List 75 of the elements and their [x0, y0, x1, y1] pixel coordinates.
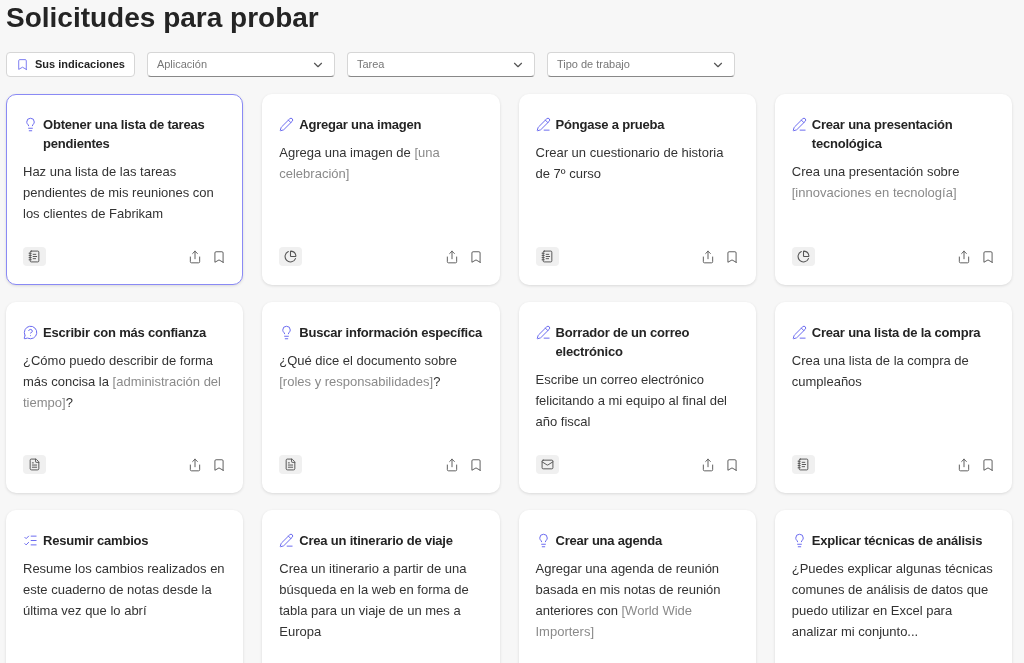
card-title: Buscar información específica: [299, 324, 483, 342]
card-title: Crear una lista de la compra: [811, 324, 981, 342]
prompt-card[interactable]: Crear una agenda Agregar una agenda de reunión basada en mis notas de reunión anteriores con [World Wide Importers]: [518, 510, 756, 663]
bookmark-icon[interactable]: [981, 457, 995, 472]
card-title: Crear una presentación tecnológica: [811, 116, 954, 153]
card-title: Crear una agenda: [555, 532, 663, 550]
card-title: Resumir cambios: [43, 532, 149, 550]
prompt-card[interactable]: Explicar técnicas de análisis ¿Puedes explicar algunas técnicas comunes de análisis de datos que puedo utilizar en Excel para analizar mi conjunto...: [774, 510, 1012, 663]
share-icon[interactable]: [188, 457, 203, 472]
bookmark-icon[interactable]: [724, 249, 739, 264]
card-title: Escribir con más confianza: [43, 324, 207, 342]
share-icon[interactable]: [444, 249, 459, 264]
bookmark-icon[interactable]: [212, 457, 227, 472]
card-description: Crea un itinerario a partir de una búsqueda en la web en forma de tabla para un viaje de un mes a Europa: [279, 560, 470, 641]
card-description: Crea una presentación sobre [innovaciones en tecnología]: [791, 163, 961, 202]
app-icon: [791, 455, 815, 474]
lightbulb-icon: [23, 117, 38, 132]
prompt-card[interactable]: Crea un itinerario de viaje Crea un itinerario a partir de una búsqueda en la web en forma de tabla para un viaje de un mes a Europa: [262, 510, 500, 663]
card-description: ¿Puedes explicar algunas técnicas comunes de análisis de datos que puedo utilizar en Excel para analizar mi conjunto...: [791, 560, 994, 641]
card-title: Agregar una imagen: [299, 116, 422, 134]
pencil-icon: [535, 325, 551, 340]
list-icon: [23, 533, 38, 548]
share-icon[interactable]: [444, 457, 459, 472]
chat-question-icon: [23, 325, 38, 340]
card-title: Obtener una lista de tareas pendientes: [43, 116, 206, 153]
card-description: Haz una lista de las tareas pendientes de mis reuniones con los clientes de Fabrikam: [23, 163, 215, 223]
pencil-icon: [279, 533, 295, 548]
card-description: ¿Cómo puedo describir de forma más concisa la [administración del tiempo]?: [23, 352, 222, 412]
page-title: Solicitudes para probar: [6, 1, 320, 35]
bookmark-icon[interactable]: [981, 249, 995, 264]
pencil-icon: [279, 117, 295, 132]
app-icon: [23, 455, 46, 474]
card-title: Póngase a prueba: [555, 116, 665, 134]
prompt-card[interactable]: Buscar información específica ¿Qué dice el documento sobre [roles y responsabilidades]?: [262, 302, 500, 493]
prompt-card[interactable]: Resumir cambios Resume los cambios realizados en este cuaderno de notas desde la última vez que lo abrí: [6, 510, 244, 663]
card-description: Crear un cuestionario de historia de 7º curso: [535, 144, 725, 183]
pencil-icon: [791, 325, 807, 340]
share-icon[interactable]: [957, 457, 971, 472]
bookmark-icon[interactable]: [212, 249, 227, 264]
prompt-card[interactable]: Crear una lista de la compra Crea una lista de la compra de cumpleaños: [774, 302, 1012, 493]
bookmark-icon[interactable]: [724, 457, 739, 472]
card-description: Resume los cambios realizados en este cuaderno de notas desde la última vez que lo abrí: [23, 560, 226, 620]
filter-dropdown[interactable]: Aplicación: [146, 52, 335, 77]
card-description: Escribe un correo electrónico felicitando a mi equipo al final del año fiscal: [535, 371, 728, 431]
app-icon: [279, 247, 303, 266]
bookmark-icon[interactable]: [468, 457, 483, 472]
card-description: Agregar una agenda de reunión basada en mis notas de reunión anteriores con [World Wide Importers]: [535, 560, 722, 641]
card-description: ¿Qué dice el documento sobre [roles y responsabilidades]?: [279, 352, 459, 391]
card-title: Borrador de un correo electrónico: [555, 324, 691, 361]
prompt-card[interactable]: Póngase a prueba Crear un cuestionario de historia de 7º curso: [518, 94, 756, 285]
share-icon[interactable]: [700, 457, 715, 472]
card-description: Crea una lista de la compra de cumpleaños: [791, 352, 970, 391]
prompt-card[interactable]: Crear una presentación tecnológica Crea una presentación sobre [innovaciones en tecnología]: [774, 94, 1012, 285]
bookmark-icon[interactable]: [468, 249, 483, 264]
bookmark-icon: [16, 58, 29, 71]
prompt-card[interactable]: Agregar una imagen Agrega una imagen de [una celebración]: [262, 94, 500, 285]
app-icon: [535, 455, 559, 474]
filter-dropdown[interactable]: Tipo de trabajo: [546, 52, 735, 77]
app-icon: [279, 455, 303, 474]
pencil-icon: [535, 117, 551, 132]
filter-dropdown[interactable]: Tarea: [346, 52, 535, 77]
app-icon: [23, 247, 46, 266]
prompt-card[interactable]: Borrador de un correo electrónico Escribe un correo electrónico felicitando a mi equipo al final del año fiscal: [518, 302, 756, 493]
card-title: Explicar técnicas de análisis: [811, 532, 983, 550]
app-icon: [791, 247, 815, 266]
prompt-card[interactable]: Obtener una lista de tareas pendientes Haz una lista de las tareas pendientes de mis reuniones con los clientes de Fabrikam: [6, 94, 244, 285]
card-description: Agrega una imagen de [una celebración]: [279, 144, 441, 183]
app-icon: [535, 247, 559, 266]
share-icon[interactable]: [700, 249, 715, 264]
saved-prompts-button[interactable]: Sus indicaciones: [6, 52, 135, 77]
prompt-card[interactable]: Escribir con más confianza ¿Cómo puedo describir de forma más concisa la [administración del tiempo]?: [6, 302, 244, 493]
share-icon[interactable]: [957, 249, 971, 264]
card-title: Crea un itinerario de viaje: [299, 532, 453, 550]
pencil-icon: [791, 117, 807, 132]
share-icon[interactable]: [188, 249, 203, 264]
